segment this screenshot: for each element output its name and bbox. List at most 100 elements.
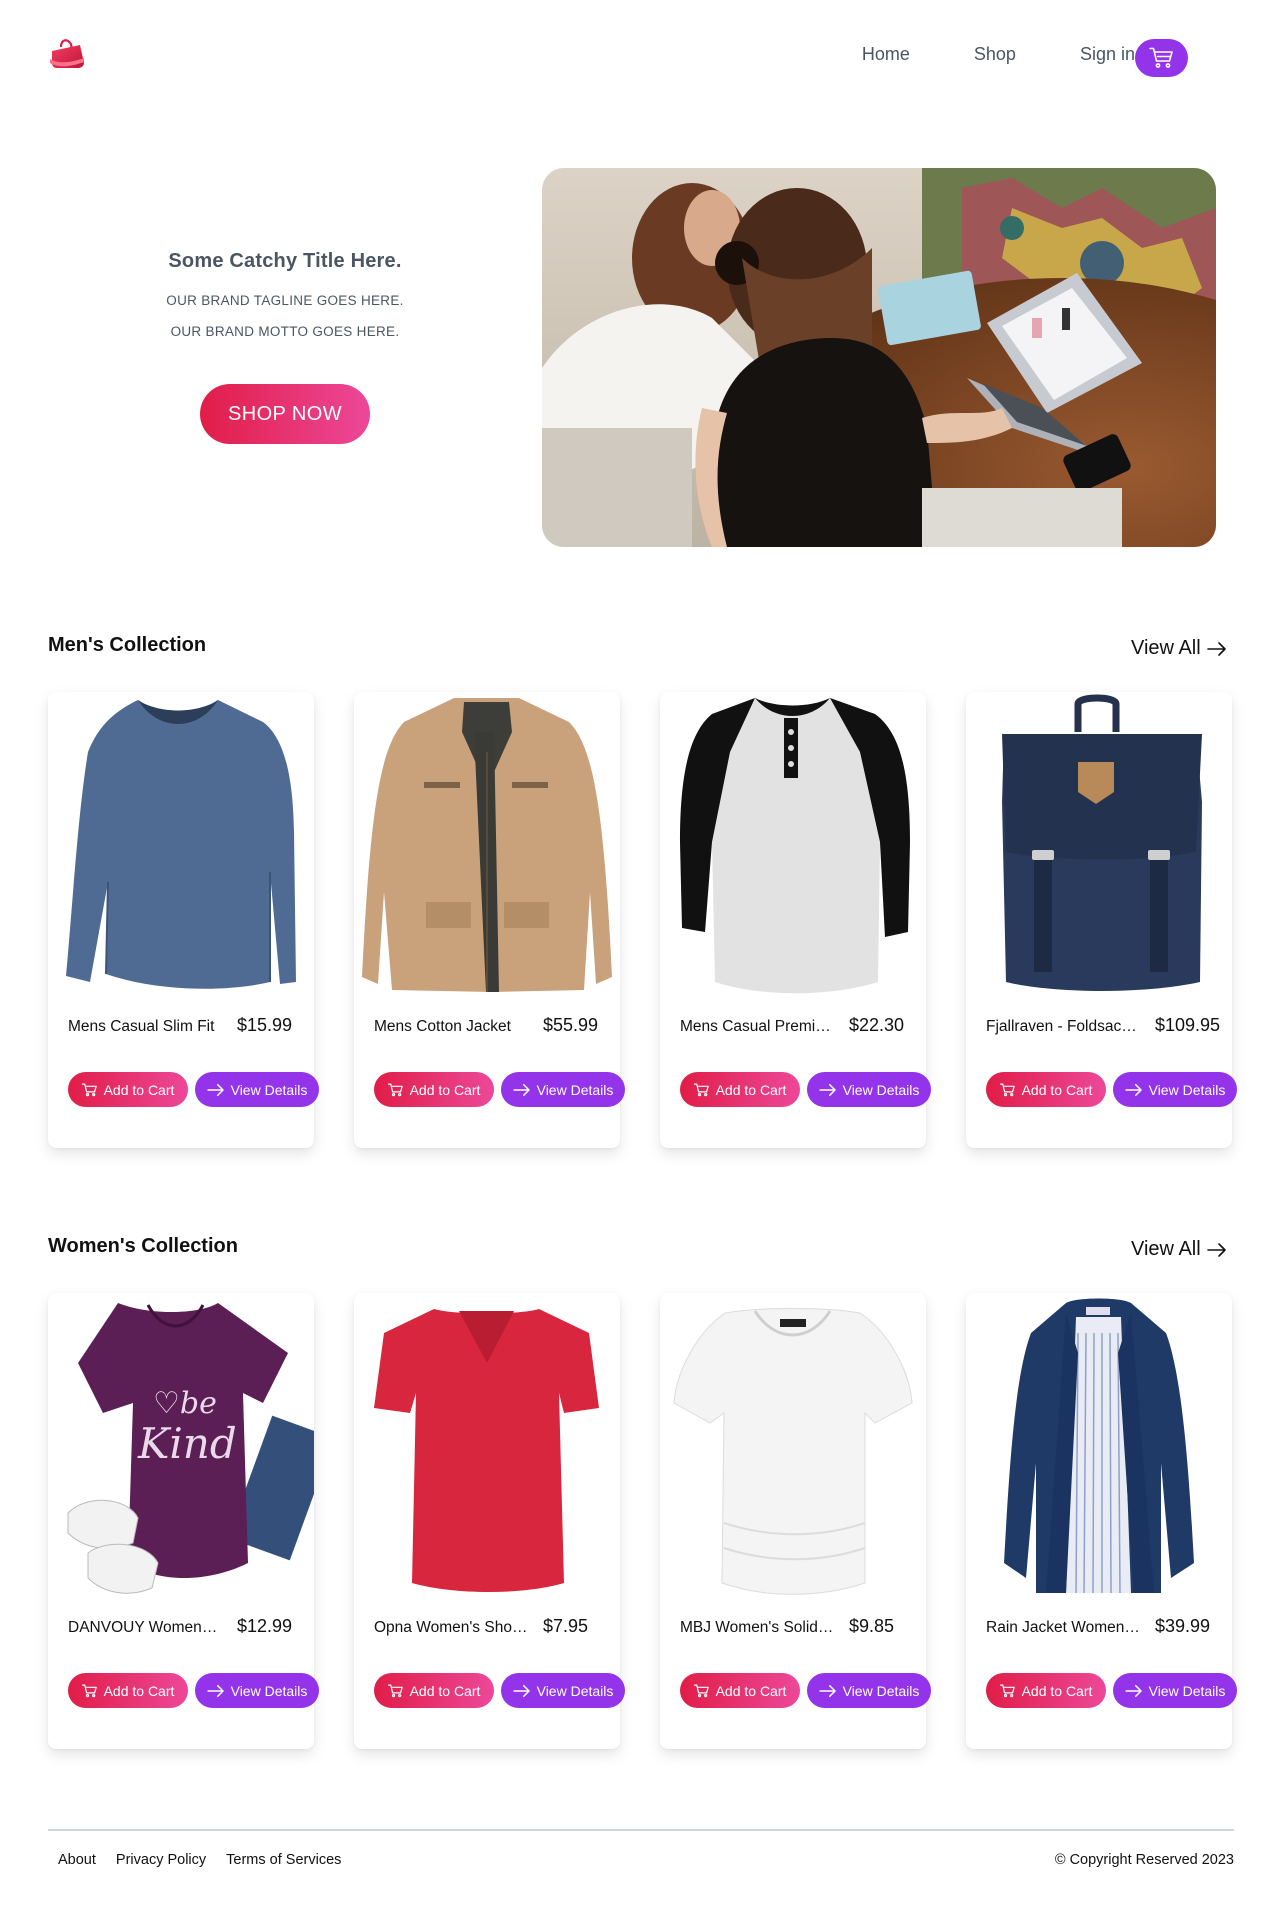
add-to-cart-button[interactable]: Add to Cart — [374, 1673, 494, 1708]
product-price: $55.99 — [543, 1015, 599, 1035]
product-name[interactable]: Mens Cotton Jacket — [374, 1018, 529, 1036]
product-card[interactable]: ♡be Kind DANVOUY Womens T... $12.99 Add … — [48, 1293, 335, 1749]
product-price: $12.99 — [237, 1616, 293, 1636]
cart-icon — [1148, 47, 1173, 68]
footer-link-privacy[interactable]: Privacy Policy — [116, 1852, 206, 1868]
product-card[interactable]: Mens Cotton Jacket $55.99 Add to Cart Vi… — [354, 692, 625, 1148]
add-to-cart-button[interactable]: Add to Cart — [68, 1072, 188, 1107]
arrow-right-icon — [1124, 1684, 1142, 1697]
footer-link-about[interactable]: About — [58, 1852, 96, 1868]
view-details-button[interactable]: View Details — [1113, 1673, 1237, 1708]
view-details-button[interactable]: View Details — [195, 1072, 319, 1107]
product-image[interactable] — [660, 692, 926, 1002]
nav-home[interactable]: Home — [862, 44, 910, 65]
hero-image — [542, 168, 1216, 547]
product-image[interactable] — [660, 1293, 926, 1603]
product-name[interactable]: Fjallraven - Foldsack... — [986, 1018, 1141, 1036]
hero-text-block: Some Catchy Title Here. OUR BRAND TAGLIN… — [145, 250, 425, 339]
cart-icon — [693, 1684, 709, 1697]
womens-section-title: Women's Collection — [48, 1235, 238, 1257]
product-price: $9.85 — [849, 1616, 895, 1636]
arrow-right-icon — [1206, 1242, 1226, 1257]
footer-divider — [48, 1829, 1234, 1831]
product-image[interactable] — [966, 692, 1232, 1002]
mens-view-all-link[interactable]: View All — [1131, 637, 1227, 660]
product-card[interactable]: Opna Women's Short Sl... $7.95 Add to Ca… — [354, 1293, 625, 1749]
product-name[interactable]: DANVOUY Womens T... — [68, 1619, 223, 1637]
product-name[interactable]: Rain Jacket Women ... — [986, 1619, 1141, 1637]
view-details-label: View Details — [1148, 1081, 1226, 1098]
arrow-right-icon — [818, 1684, 836, 1697]
cart-icon — [81, 1083, 97, 1096]
product-price: $109.95 — [1155, 1015, 1221, 1035]
product-image[interactable] — [354, 1293, 620, 1603]
navbar: Home Shop Sign in — [0, 0, 1280, 115]
view-details-label: View Details — [230, 1081, 308, 1098]
add-to-cart-label: Add to Cart — [409, 1682, 481, 1699]
product-image[interactable] — [48, 692, 314, 1002]
arrow-right-icon — [512, 1083, 530, 1096]
view-all-label: View All — [1131, 637, 1201, 659]
product-card[interactable]: Mens Casual Premiu... $22.30 Add to Cart… — [660, 692, 931, 1148]
copyright-text: © Copyright Reserved 2023 — [1054, 1852, 1234, 1868]
svg-text:Kind: Kind — [137, 1419, 237, 1468]
view-details-label: View Details — [536, 1081, 614, 1098]
view-details-label: View Details — [842, 1081, 920, 1098]
view-details-label: View Details — [536, 1682, 614, 1699]
product-price: $7.95 — [543, 1616, 589, 1636]
footer-link-terms[interactable]: Terms of Services — [226, 1852, 341, 1868]
add-to-cart-button[interactable]: Add to Cart — [680, 1072, 800, 1107]
add-to-cart-label: Add to Cart — [1021, 1682, 1093, 1699]
product-price: $22.30 — [849, 1015, 905, 1035]
product-card[interactable]: MBJ Women's Solid Sh... $9.85 Add to Car… — [660, 1293, 931, 1749]
view-details-button[interactable]: View Details — [501, 1072, 625, 1107]
arrow-right-icon — [512, 1684, 530, 1697]
product-image[interactable] — [354, 692, 620, 1002]
product-name[interactable]: Opna Women's Short Sl... — [374, 1619, 529, 1637]
add-to-cart-label: Add to Cart — [715, 1682, 787, 1699]
add-to-cart-button[interactable]: Add to Cart — [986, 1072, 1106, 1107]
footer-links: About Privacy Policy Terms of Services — [58, 1852, 341, 1868]
womens-view-all-link[interactable]: View All — [1131, 1238, 1227, 1261]
nav-shop[interactable]: Shop — [974, 44, 1016, 65]
view-all-label: View All — [1131, 1238, 1201, 1260]
arrow-right-icon — [1206, 641, 1226, 656]
product-image[interactable]: ♡be Kind — [48, 1293, 335, 1603]
cart-icon — [81, 1684, 97, 1697]
product-name[interactable]: MBJ Women's Solid Sh... — [680, 1619, 835, 1637]
add-to-cart-label: Add to Cart — [409, 1081, 481, 1098]
cart-icon — [693, 1083, 709, 1096]
shop-now-button[interactable]: SHOP NOW — [200, 384, 370, 444]
add-to-cart-button[interactable]: Add to Cart — [986, 1673, 1106, 1708]
product-price: $39.99 — [1155, 1616, 1211, 1636]
product-card[interactable]: Rain Jacket Women ... $39.99 Add to Cart… — [966, 1293, 1237, 1749]
product-image[interactable] — [966, 1293, 1232, 1603]
cart-button[interactable] — [1135, 39, 1188, 77]
arrow-right-icon — [818, 1083, 836, 1096]
cart-icon — [999, 1083, 1015, 1096]
hero-title: Some Catchy Title Here. — [168, 250, 402, 272]
hero-tagline: OUR BRAND TAGLINE GOES HERE. — [166, 293, 404, 308]
cart-icon — [387, 1083, 403, 1096]
add-to-cart-button[interactable]: Add to Cart — [374, 1072, 494, 1107]
view-details-label: View Details — [842, 1682, 920, 1699]
product-name[interactable]: Mens Casual Premiu... — [680, 1018, 835, 1036]
product-price: $15.99 — [237, 1015, 293, 1035]
arrow-right-icon — [206, 1083, 224, 1096]
add-to-cart-button[interactable]: Add to Cart — [680, 1673, 800, 1708]
product-card[interactable]: Fjallraven - Foldsack... $109.95 Add to … — [966, 692, 1237, 1148]
mens-section-title: Men's Collection — [48, 634, 207, 656]
add-to-cart-label: Add to Cart — [103, 1682, 175, 1699]
view-details-button[interactable]: View Details — [195, 1673, 319, 1708]
nav-sign-in[interactable]: Sign in — [1080, 44, 1135, 65]
view-details-button[interactable]: View Details — [501, 1673, 625, 1708]
arrow-right-icon — [1124, 1083, 1142, 1096]
product-name[interactable]: Mens Casual Slim Fit — [68, 1018, 223, 1036]
view-details-button[interactable]: View Details — [807, 1673, 931, 1708]
view-details-button[interactable]: View Details — [1113, 1072, 1237, 1107]
product-card[interactable]: Mens Casual Slim Fit $15.99 Add to Cart … — [48, 692, 319, 1148]
view-details-button[interactable]: View Details — [807, 1072, 931, 1107]
shopping-bag-logo-icon[interactable] — [48, 37, 88, 71]
cart-icon — [387, 1684, 403, 1697]
add-to-cart-button[interactable]: Add to Cart — [68, 1673, 188, 1708]
